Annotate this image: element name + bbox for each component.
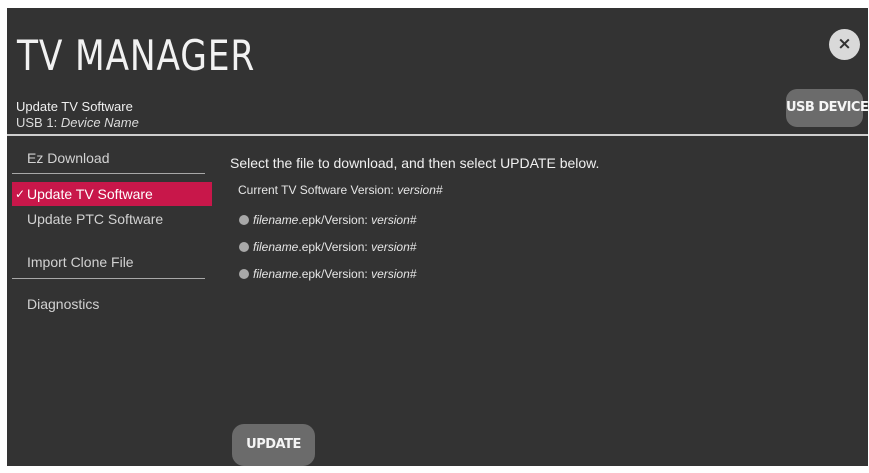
current-version-value: version# — [397, 183, 443, 197]
device-prefix: USB 1: — [16, 115, 58, 130]
usb-device-button[interactable]: USB DEVICE — [786, 89, 868, 127]
sidebar-item-import-clone-file[interactable]: Import Clone File — [12, 250, 212, 274]
sidebar-divider — [12, 278, 205, 279]
close-icon: × — [837, 34, 852, 54]
file-name: filename — [253, 240, 299, 254]
sidebar-item-label: Diagnostics — [27, 296, 100, 312]
radio-icon[interactable] — [239, 215, 249, 225]
file-option[interactable]: filename.epk/Version: version# — [239, 212, 416, 228]
close-button[interactable]: × — [829, 29, 860, 60]
sidebar-divider — [12, 173, 205, 174]
device-line: USB 1: Device Name — [16, 115, 139, 131]
sidebar-item-label: Update TV Software — [27, 186, 153, 202]
file-version: version# — [371, 267, 417, 281]
page-title: TV MANAGER — [17, 31, 256, 80]
file-name: filename — [253, 213, 299, 227]
section-subtitle: Update TV Software — [16, 99, 133, 114]
check-icon: ✓ — [15, 187, 26, 201]
sidebar-item-diagnostics[interactable]: Diagnostics — [12, 292, 212, 316]
radio-icon[interactable] — [239, 269, 249, 279]
sidebar-item-update-ptc-software[interactable]: Update PTC Software — [12, 207, 212, 231]
sidebar-item-label: Ez Download — [27, 150, 110, 166]
file-option[interactable]: filename.epk/Version: version# — [239, 239, 416, 255]
file-ext: .epk/Version: — [298, 267, 368, 281]
radio-icon[interactable] — [239, 242, 249, 252]
sidebar-item-label: Import Clone File — [27, 254, 134, 270]
current-version-label: Current TV Software Version: — [238, 183, 394, 197]
file-version: version# — [371, 240, 417, 254]
device-name: Device Name — [60, 115, 139, 130]
file-option[interactable]: filename.epk/Version: version# — [239, 266, 416, 282]
sidebar-item-update-tv-software[interactable]: ✓ Update TV Software — [12, 182, 212, 206]
file-name: filename — [253, 267, 299, 281]
instruction-text: Select the file to download, and then se… — [230, 155, 600, 171]
file-ext: .epk/Version: — [298, 213, 368, 227]
sidebar-item-label: Update PTC Software — [27, 211, 164, 227]
sidebar-item-ez-download[interactable]: Ez Download — [12, 146, 212, 170]
update-button[interactable]: UPDATE — [232, 424, 315, 466]
file-ext: .epk/Version: — [298, 240, 368, 254]
header-divider — [7, 134, 868, 136]
current-version: Current TV Software Version: version# — [238, 182, 443, 198]
file-version: version# — [371, 213, 417, 227]
tv-manager-screen: TV MANAGER × Update TV Software USB 1: D… — [7, 8, 868, 466]
